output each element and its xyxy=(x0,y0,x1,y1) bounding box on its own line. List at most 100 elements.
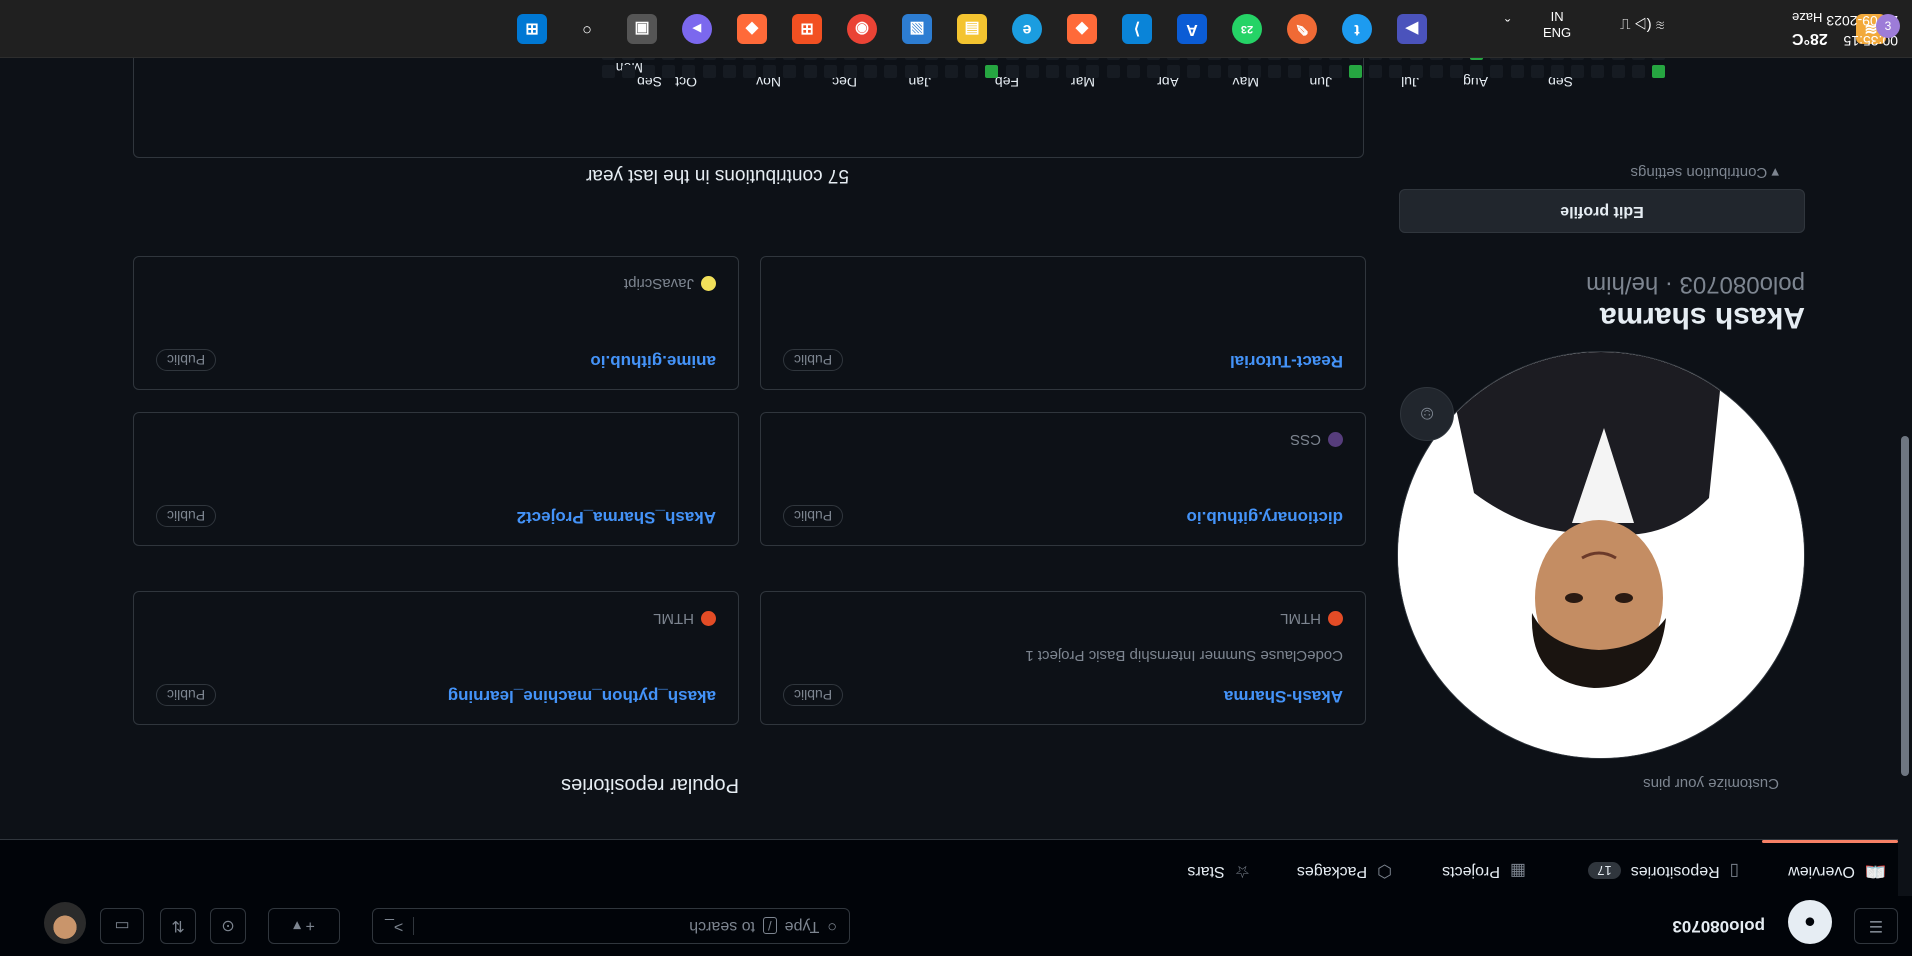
tray-icons[interactable]: ⎍ ◁) ≋ xyxy=(1620,16,1664,33)
contribution-cell[interactable] xyxy=(1450,65,1463,78)
azure-icon[interactable]: A xyxy=(1177,14,1207,44)
contribution-cell[interactable] xyxy=(1268,65,1282,78)
user-avatar-small[interactable] xyxy=(44,902,86,944)
contribution-cell[interactable] xyxy=(682,65,696,78)
photos-icon[interactable]: ▧ xyxy=(902,14,932,44)
contribution-cell[interactable] xyxy=(743,65,756,78)
contribution-cell[interactable] xyxy=(1025,65,1039,78)
contribution-cell[interactable] xyxy=(1046,65,1059,78)
contribution-cell[interactable] xyxy=(1248,65,1261,78)
contribution-cell[interactable] xyxy=(1571,65,1585,78)
postman-icon[interactable]: ✎ xyxy=(1287,14,1317,44)
scrollbar-thumb[interactable] xyxy=(1901,436,1909,776)
command-palette-icon[interactable]: >_ xyxy=(385,917,415,935)
contribution-cell[interactable] xyxy=(1187,65,1201,78)
contribution-cell[interactable] xyxy=(803,65,817,78)
contribution-cell[interactable] xyxy=(1389,65,1403,78)
contribution-cell[interactable] xyxy=(1611,65,1625,78)
menu-button[interactable]: ☰ xyxy=(1854,908,1898,944)
customize-pins-link[interactable]: Customize your pins xyxy=(1643,775,1779,792)
tab-projects[interactable]: ▦ Projects xyxy=(1442,861,1526,881)
contribution-cell[interactable] xyxy=(1066,65,1080,78)
tab-stars[interactable]: ☆ Stars xyxy=(1187,861,1250,881)
header-username[interactable]: polo080703 xyxy=(1672,916,1765,936)
contribution-cell[interactable] xyxy=(1369,65,1383,78)
inbox-button[interactable]: ▭ xyxy=(100,908,144,944)
contribution-cell[interactable] xyxy=(823,65,837,78)
tab-packages[interactable]: ⬡ Packages xyxy=(1297,861,1392,881)
contribution-cell[interactable] xyxy=(763,65,777,78)
contribution-cell[interactable] xyxy=(924,65,938,78)
github-logo-icon[interactable]: ● xyxy=(1788,900,1832,944)
repo-link[interactable]: React-Tutorial xyxy=(1230,351,1343,371)
contribution-cell[interactable] xyxy=(783,65,797,78)
issues-button[interactable]: ⊙ xyxy=(210,908,246,944)
chrome-icon[interactable]: ◉ xyxy=(847,14,877,44)
contribution-cell[interactable] xyxy=(965,65,979,78)
brave-icon[interactable]: ◆ xyxy=(1067,14,1097,44)
tab-overview[interactable]: 📖 Overview xyxy=(1788,861,1886,881)
create-new-button[interactable]: + ▾ xyxy=(268,908,340,944)
contribution-cell[interactable] xyxy=(1631,65,1645,78)
contribution-cell[interactable] xyxy=(1470,65,1484,78)
contribution-cell[interactable] xyxy=(722,65,736,78)
edge-icon[interactable]: e xyxy=(1012,14,1042,44)
contribution-cell[interactable] xyxy=(1086,65,1100,78)
contribution-cell[interactable] xyxy=(621,65,635,78)
contribution-cell[interactable] xyxy=(1652,65,1665,78)
chevron-up-icon[interactable]: ˇ xyxy=(1505,18,1510,36)
store-icon[interactable]: ⊞ xyxy=(792,14,822,44)
contribution-cell[interactable] xyxy=(642,65,655,78)
contribution-cell[interactable] xyxy=(1349,65,1362,78)
youtube-icon[interactable]: ▶ xyxy=(1397,14,1427,44)
contribution-cell[interactable] xyxy=(1551,65,1564,78)
whatsapp-icon[interactable]: 23 xyxy=(1232,14,1262,44)
contribution-cell[interactable] xyxy=(1227,65,1241,78)
contribution-cell[interactable] xyxy=(844,65,857,78)
contribution-cell[interactable] xyxy=(1308,65,1322,78)
task-view-icon[interactable]: ▣ xyxy=(627,14,657,44)
edit-profile-button[interactable]: Edit profile xyxy=(1399,189,1805,233)
contribution-cell[interactable] xyxy=(985,65,999,78)
contribution-cell[interactable] xyxy=(702,65,716,78)
contribution-cell[interactable] xyxy=(1207,65,1221,78)
page-scrollbar[interactable] xyxy=(1898,0,1912,896)
contribution-cell[interactable] xyxy=(1147,65,1160,78)
profile-avatar[interactable] xyxy=(1397,351,1805,759)
windows-start-icon[interactable]: ⊞ xyxy=(517,14,547,44)
contribution-cell[interactable] xyxy=(1106,65,1120,78)
contribution-cell[interactable] xyxy=(1328,65,1342,78)
contribution-cell[interactable] xyxy=(1429,65,1443,78)
vscode-icon[interactable]: ⟩ xyxy=(1122,14,1152,44)
contribution-cell[interactable] xyxy=(1591,65,1605,78)
contribution-cell[interactable] xyxy=(884,65,898,78)
language-indicator[interactable]: IN ENG xyxy=(1543,9,1571,41)
tab-repositories[interactable]: ▯ Repositories 17 xyxy=(1588,861,1739,881)
contribution-cell[interactable] xyxy=(1126,65,1140,78)
set-status-button[interactable]: ☺ xyxy=(1400,387,1454,441)
repo-link[interactable]: akash_python_machine_learning xyxy=(448,686,716,706)
contribution-cell[interactable] xyxy=(601,65,615,78)
file-explorer-icon[interactable]: ▤ xyxy=(957,14,987,44)
brave-icon-2[interactable]: ◆ xyxy=(737,14,767,44)
repo-link[interactable]: dictionary.github.io xyxy=(1187,507,1343,527)
contribution-cell[interactable] xyxy=(904,65,918,78)
contribution-cell[interactable] xyxy=(1167,65,1181,78)
contribution-cell[interactable] xyxy=(945,65,958,78)
contribution-cell[interactable] xyxy=(1530,65,1544,78)
search-input[interactable]: ○ Type / to search >_ xyxy=(372,908,850,944)
contribution-cell[interactable] xyxy=(1409,65,1423,78)
contribution-cell[interactable] xyxy=(1005,65,1019,78)
pull-requests-button[interactable]: ⇅ xyxy=(160,908,196,944)
contribution-cell[interactable] xyxy=(1288,65,1302,78)
repo-link[interactable]: Akash_Sharma_Project2 xyxy=(517,507,716,527)
meet-icon[interactable]: ▸ xyxy=(682,14,712,44)
contribution-cell[interactable] xyxy=(864,65,878,78)
contribution-cell[interactable] xyxy=(1490,65,1504,78)
weather-temp[interactable]: 28°C xyxy=(1792,29,1828,47)
search-taskbar-icon[interactable]: ○ xyxy=(572,14,602,44)
contribution-settings-button[interactable]: ▾ Contribution settings xyxy=(1631,164,1779,182)
repo-link[interactable]: Akash-Sharma xyxy=(1224,686,1343,706)
notification-badge[interactable]: 3 xyxy=(1876,14,1900,38)
telegram-icon[interactable]: t xyxy=(1342,14,1372,44)
